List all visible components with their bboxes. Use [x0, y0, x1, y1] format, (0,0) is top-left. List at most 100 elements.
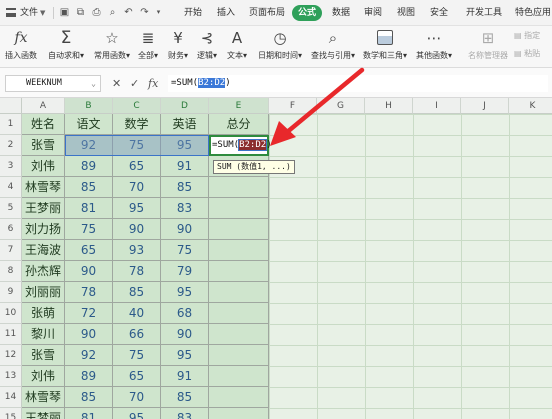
- cell-a8[interactable]: 孙杰辉: [22, 261, 65, 282]
- lookup-button[interactable]: ⌕ 查找与引用▾: [308, 26, 358, 68]
- row-header-7[interactable]: 7: [0, 240, 22, 261]
- select-all-corner[interactable]: [0, 98, 22, 114]
- tab-data[interactable]: 数据: [332, 0, 350, 26]
- cell-c15[interactable]: 95: [113, 408, 161, 419]
- cell-d15[interactable]: 83: [161, 408, 209, 419]
- cell-b10[interactable]: 72: [65, 303, 113, 324]
- cell-c9[interactable]: 85: [113, 282, 161, 303]
- cell-c3[interactable]: 65: [113, 156, 161, 177]
- cell-b8[interactable]: 90: [65, 261, 113, 282]
- cell-d10[interactable]: 68: [161, 303, 209, 324]
- cell-b11[interactable]: 90: [65, 324, 113, 345]
- other-functions-button[interactable]: ⋯ 其他函数▾: [412, 26, 456, 68]
- cell-d14[interactable]: 85: [161, 387, 209, 408]
- cell-a12[interactable]: 张雪: [22, 345, 65, 366]
- cell-c8[interactable]: 78: [113, 261, 161, 282]
- row-header-13[interactable]: 13: [0, 366, 22, 387]
- paste-button[interactable]: ▤ 粘贴: [514, 48, 540, 59]
- cell-e9[interactable]: [209, 282, 269, 303]
- cell-d12[interactable]: 95: [161, 345, 209, 366]
- cell-b6[interactable]: 75: [65, 219, 113, 240]
- cell-e13[interactable]: [209, 366, 269, 387]
- row-header-3[interactable]: 3: [0, 156, 22, 177]
- row-header-2[interactable]: 2: [0, 135, 22, 156]
- row-header-4[interactable]: 4: [0, 177, 22, 198]
- cell-a9[interactable]: 刘丽丽: [22, 282, 65, 303]
- cell-a11[interactable]: 黎川: [22, 324, 65, 345]
- cell-a15[interactable]: 王梦丽: [22, 408, 65, 419]
- cell-a13[interactable]: 刘伟: [22, 366, 65, 387]
- cell-a14[interactable]: 林雪琴: [22, 387, 65, 408]
- cancel-icon[interactable]: ✕: [112, 75, 121, 92]
- print-icon[interactable]: ⎙: [90, 6, 103, 19]
- cell-a5[interactable]: 王梦丽: [22, 198, 65, 219]
- cell-d6[interactable]: 90: [161, 219, 209, 240]
- cell-b1[interactable]: 语文: [65, 114, 113, 135]
- tab-review[interactable]: 审阅: [364, 0, 382, 26]
- redo-icon[interactable]: ↷: [138, 6, 151, 19]
- column-header-g[interactable]: G: [317, 98, 365, 114]
- cell-c14[interactable]: 70: [113, 387, 161, 408]
- cell-d7[interactable]: 75: [161, 240, 209, 261]
- export-icon[interactable]: ⧉: [74, 6, 87, 19]
- tab-special[interactable]: 特色应用: [515, 0, 551, 26]
- confirm-icon[interactable]: ✓: [130, 75, 139, 92]
- undo-icon[interactable]: ↶: [122, 6, 135, 19]
- fx-icon[interactable]: fx: [148, 75, 158, 92]
- specify-button[interactable]: ▤ 指定: [514, 30, 540, 41]
- name-box[interactable]: WEEKNUM ⌄: [5, 75, 101, 92]
- row-header-6[interactable]: 6: [0, 219, 22, 240]
- row-header-14[interactable]: 14: [0, 387, 22, 408]
- datetime-button[interactable]: ◷ 日期和时间▾: [254, 26, 306, 68]
- cell-e15[interactable]: [209, 408, 269, 419]
- cell-c1[interactable]: 数学: [113, 114, 161, 135]
- math-trig-button[interactable]: 数学和三角▾: [360, 26, 410, 68]
- cell-b2[interactable]: 92: [65, 135, 113, 156]
- all-functions-button[interactable]: ≣ 全部▾: [134, 26, 162, 68]
- cell-a10[interactable]: 张萌: [22, 303, 65, 324]
- autosum-button[interactable]: Σ 自动求和▾: [44, 26, 88, 68]
- cell-c2[interactable]: 75: [113, 135, 161, 156]
- cell-b13[interactable]: 89: [65, 366, 113, 387]
- column-header-j[interactable]: J: [461, 98, 509, 114]
- finance-button[interactable]: ¥ 财务▾: [164, 26, 192, 68]
- cell-d11[interactable]: 90: [161, 324, 209, 345]
- cell-c13[interactable]: 65: [113, 366, 161, 387]
- worksheet-grid[interactable]: ABCDEFGHIJK 1 2 3 4 5 6 7 8 9 10 11 12 13 14 15 姓名 语文 数学…: [0, 98, 552, 419]
- cell-e4[interactable]: [209, 177, 269, 198]
- row-header-9[interactable]: 9: [0, 282, 22, 303]
- cell-c11[interactable]: 66: [113, 324, 161, 345]
- row-header-1[interactable]: 1: [0, 114, 22, 135]
- row-header-5[interactable]: 5: [0, 198, 22, 219]
- row-header-11[interactable]: 11: [0, 324, 22, 345]
- column-header-f[interactable]: F: [269, 98, 317, 114]
- column-header-a[interactable]: A: [22, 98, 65, 114]
- cell-c10[interactable]: 40: [113, 303, 161, 324]
- cell-c4[interactable]: 70: [113, 177, 161, 198]
- cell-e10[interactable]: [209, 303, 269, 324]
- cell-a3[interactable]: 刘伟: [22, 156, 65, 177]
- cell-b9[interactable]: 78: [65, 282, 113, 303]
- formula-input[interactable]: =SUM(B2:D2): [168, 75, 548, 92]
- row-header-10[interactable]: 10: [0, 303, 22, 324]
- more-dropdown-icon[interactable]: ▾: [152, 6, 165, 19]
- cell-a2[interactable]: 张雪: [22, 135, 65, 156]
- row-header-12[interactable]: 12: [0, 345, 22, 366]
- cell-c6[interactable]: 90: [113, 219, 161, 240]
- cell-e8[interactable]: [209, 261, 269, 282]
- cell-b4[interactable]: 85: [65, 177, 113, 198]
- column-header-b[interactable]: B: [65, 98, 113, 114]
- cell-e12[interactable]: [209, 345, 269, 366]
- cell-a4[interactable]: 林雪琴: [22, 177, 65, 198]
- column-header-k[interactable]: K: [509, 98, 552, 114]
- cell-d4[interactable]: 85: [161, 177, 209, 198]
- column-header-e[interactable]: E: [209, 98, 269, 114]
- tab-home[interactable]: 开始: [184, 0, 202, 26]
- cell-e6[interactable]: [209, 219, 269, 240]
- text-functions-button[interactable]: A 文本▾: [222, 26, 252, 68]
- cell-d2[interactable]: 95: [161, 135, 209, 156]
- cell-e1[interactable]: 总分: [209, 114, 269, 135]
- cell-d1[interactable]: 英语: [161, 114, 209, 135]
- cell-a7[interactable]: 王海波: [22, 240, 65, 261]
- cell-c12[interactable]: 75: [113, 345, 161, 366]
